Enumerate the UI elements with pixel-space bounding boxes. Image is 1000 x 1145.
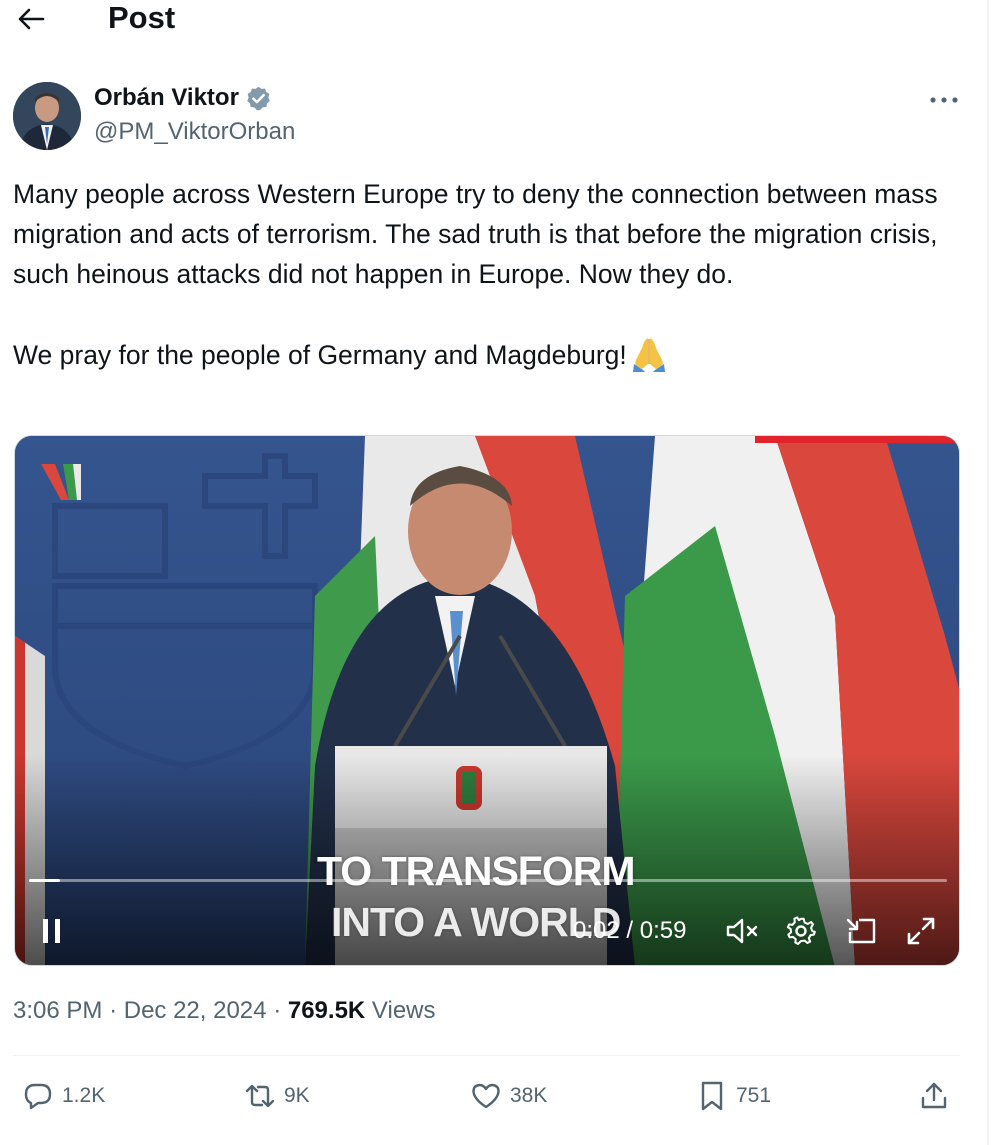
back-button[interactable]	[14, 2, 48, 36]
fullscreen-button[interactable]	[903, 914, 939, 948]
author-name[interactable]: Orbán Viktor	[94, 83, 239, 113]
post-time[interactable]: 3:06 PM	[13, 997, 102, 1024]
avatar-image	[13, 82, 81, 150]
picture-in-picture-icon	[846, 918, 876, 944]
gear-icon	[786, 916, 816, 945]
verified-badge-icon	[247, 86, 270, 110]
folded-hands-icon	[632, 338, 665, 372]
avatar[interactable]	[13, 82, 81, 150]
video-top-accent	[755, 436, 959, 443]
reply-count: 1.2K	[62, 1084, 106, 1107]
post-page: Post Orbán Viktor @PM_ViktorOrban Many p…	[0, 0, 1000, 1145]
divider	[13, 1055, 960, 1056]
more-dots-icon	[930, 97, 958, 103]
like-count: 38K	[510, 1084, 548, 1107]
picture-in-picture-button[interactable]	[843, 914, 879, 948]
share-button[interactable]	[918, 1078, 950, 1114]
video-scrubber[interactable]	[29, 879, 947, 882]
settings-button[interactable]	[783, 914, 819, 948]
video-scrubber-progress	[29, 879, 61, 882]
view-count: 769.5K	[287, 997, 366, 1024]
mute-button[interactable]	[723, 914, 763, 948]
author-handle[interactable]: @PM_ViktorOrban	[94, 117, 295, 147]
bookmark-icon	[701, 1081, 723, 1111]
column-border	[987, 0, 989, 1145]
tweet-paragraph-2: We pray for the people of Germany and Ma…	[13, 334, 973, 375]
expand-icon	[907, 917, 935, 945]
arrow-left-icon	[18, 8, 45, 30]
volume-muted-icon	[726, 918, 758, 944]
page-title: Post	[108, 0, 176, 35]
pause-button[interactable]	[35, 914, 69, 948]
post-meta: 3:06 PM · Dec 22, 2024 · 769.5K Views	[13, 997, 436, 1024]
bookmark-button[interactable]: 751	[696, 1078, 771, 1114]
repost-icon	[245, 1084, 275, 1108]
header: Post	[0, 0, 985, 40]
video-time: 0:02 / 0:59	[573, 917, 687, 944]
post-date[interactable]: Dec 22, 2024	[124, 997, 267, 1024]
more-options-button[interactable]	[926, 88, 962, 112]
tweet-paragraph-2-text: We pray for the people of Germany and Ma…	[13, 340, 627, 370]
repost-count: 9K	[284, 1084, 310, 1107]
video-caption-line-1: TO TRANSFORM	[317, 848, 636, 894]
like-button[interactable]: 38K	[470, 1078, 547, 1114]
tweet-paragraph-1: Many people across Western Europe try to…	[13, 179, 938, 289]
author-name-row: Orbán Viktor	[94, 83, 272, 113]
tweet-text: Many people across Western Europe try to…	[13, 174, 973, 375]
share-icon	[921, 1082, 947, 1109]
bookmark-count: 751	[736, 1084, 772, 1107]
pause-icon	[43, 919, 60, 943]
repost-button[interactable]: 9K	[244, 1078, 310, 1114]
reply-button[interactable]: 1.2K	[22, 1078, 105, 1114]
video-player[interactable]: TO TRANSFORM INTO A WORLD 0:02 / 0:59	[14, 435, 960, 966]
views-label: Views	[371, 997, 436, 1024]
heart-icon	[472, 1083, 500, 1109]
reply-icon	[24, 1083, 52, 1110]
